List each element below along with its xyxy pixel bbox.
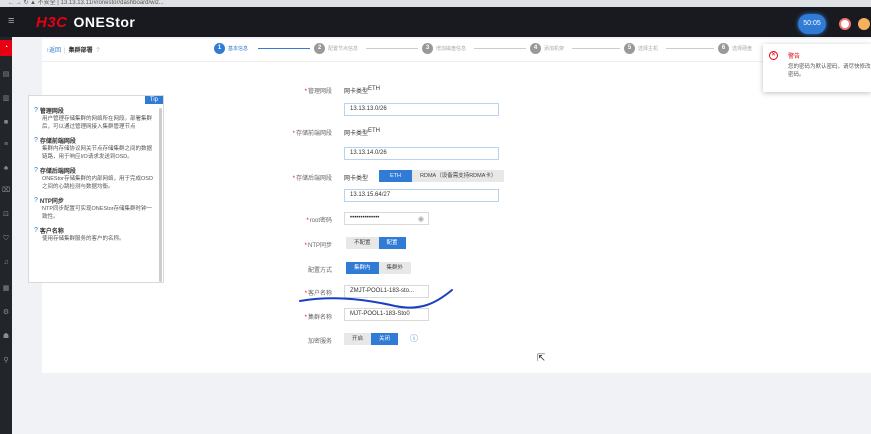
ink-stroke	[299, 289, 453, 309]
handwritten-annotation	[299, 289, 453, 309]
